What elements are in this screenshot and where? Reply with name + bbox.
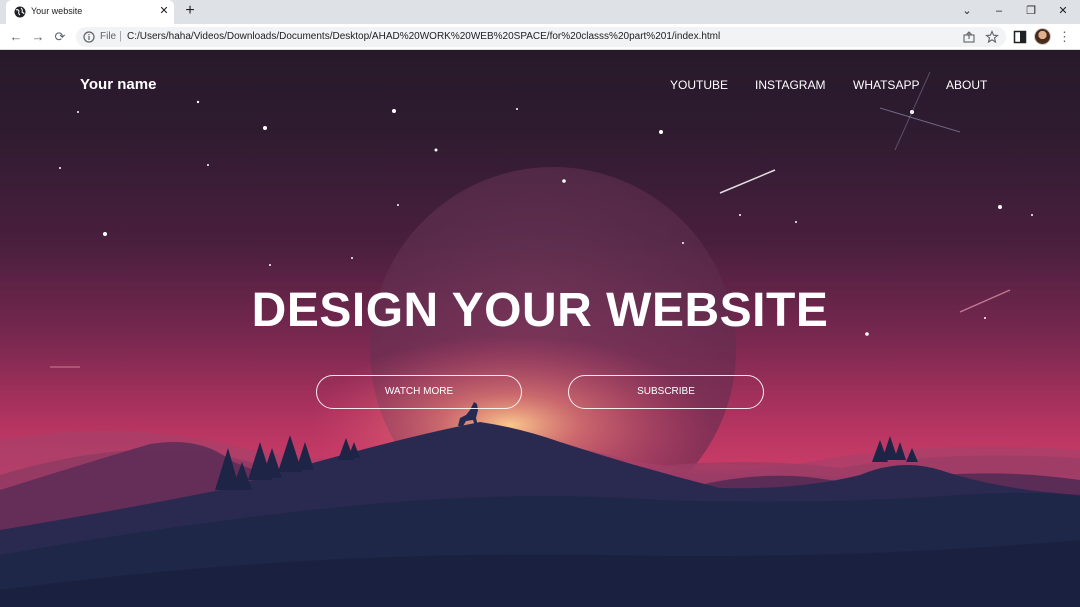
url-text[interactable]: C:/Users/haha/Videos/Downloads/Documents…: [127, 31, 720, 42]
tab-strip: Your website ✕ + ⌄ – ❐ ✕: [0, 0, 1080, 24]
browser-tab[interactable]: Your website ✕: [6, 0, 174, 24]
close-tab-icon[interactable]: ✕: [157, 4, 171, 18]
sidepanel-icon[interactable]: [1012, 29, 1028, 45]
forward-icon[interactable]: →: [30, 29, 46, 45]
shooting-star: [719, 169, 776, 194]
info-icon[interactable]: [83, 31, 95, 43]
hero-headline: DESIGN YOUR WEBSITE: [251, 284, 829, 337]
address-bar[interactable]: File | C:/Users/haha/Videos/Downloads/Do…: [76, 27, 1006, 47]
nav-whatsapp[interactable]: WHATSAPP: [853, 78, 919, 92]
share-icon[interactable]: [962, 30, 976, 44]
tab-title: Your website: [31, 6, 83, 16]
back-icon[interactable]: ←: [8, 29, 24, 45]
nav-about[interactable]: ABOUT: [946, 78, 987, 92]
avatar[interactable]: [1034, 28, 1051, 45]
site-logo[interactable]: Your name: [80, 76, 156, 93]
watch-more-button[interactable]: WATCH MORE: [316, 375, 522, 409]
reload-icon[interactable]: ⟳: [52, 29, 68, 45]
separator: |: [119, 30, 122, 42]
minimize-button[interactable]: –: [990, 3, 1008, 19]
file-label: File: [100, 31, 117, 42]
browser-toolbar: ← → ⟳ File | C:/Users/haha/Videos/Downlo…: [0, 24, 1080, 50]
globe-icon: [14, 6, 26, 18]
close-window-button[interactable]: ✕: [1054, 3, 1072, 19]
star-icon[interactable]: [985, 30, 999, 44]
nav-instagram[interactable]: INSTAGRAM: [755, 78, 825, 92]
subscribe-button[interactable]: SUBSCRIBE: [568, 375, 764, 409]
maximize-button[interactable]: ❐: [1022, 3, 1040, 19]
new-tab-button[interactable]: +: [182, 3, 198, 19]
hero-section: Your name YOUTUBE INSTAGRAM WHATSAPP ABO…: [0, 50, 1080, 607]
tab-search-icon[interactable]: ⌄: [958, 3, 976, 19]
nav-youtube[interactable]: YOUTUBE: [670, 78, 728, 92]
menu-icon[interactable]: ⋮: [1058, 28, 1071, 46]
